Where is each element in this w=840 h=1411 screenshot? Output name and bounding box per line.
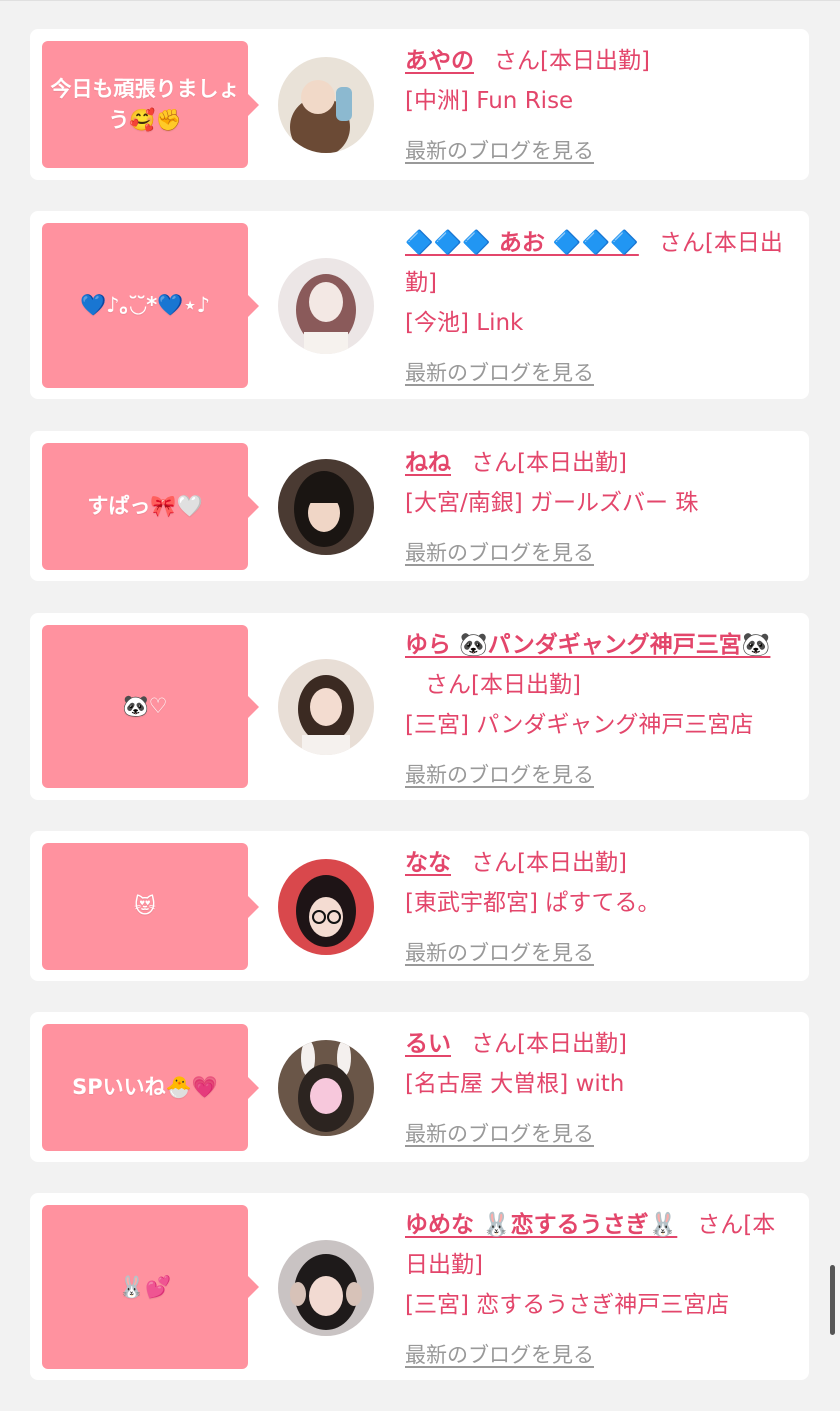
comment-text: 🐼♡ [122, 694, 168, 718]
cast-info: るい さん[本日出勤] [名古屋 大曽根] with 最新のブログを見る [405, 1024, 791, 1154]
blog-link[interactable]: 最新のブログを見る [405, 353, 791, 393]
cast-info: ねね さん[本日出勤] [大宮/南銀] ガールズバー 珠 最新のブログを見る [405, 443, 791, 573]
shop-name: [三宮] パンダギャング神戸三宮店 [405, 712, 754, 738]
shop-name: [今池] Link [405, 310, 524, 336]
cast-name-link[interactable]: ゆめな 🐰恋するうさぎ🐰 [405, 1212, 677, 1238]
avatar-image [278, 659, 374, 755]
avatar[interactable] [278, 1240, 374, 1336]
avatar-image [278, 859, 374, 955]
blog-link[interactable]: 最新のブログを見る [405, 131, 791, 171]
blog-link[interactable]: 最新のブログを見る [405, 1114, 791, 1154]
cast-name-link[interactable]: ねね [405, 450, 451, 476]
blog-link[interactable]: 最新のブログを見る [405, 1335, 791, 1375]
shop-name: [大宮/南銀] ガールズバー 珠 [405, 490, 699, 516]
shop-name: [名古屋 大曽根] with [405, 1071, 625, 1097]
cast-status: さん[本日出勤] [494, 48, 650, 74]
avatar[interactable] [278, 859, 374, 955]
cast-card[interactable]: 🐰💕 ゆめな 🐰恋するうさぎ🐰 さん[本日出勤] [三宮] 恋するうさぎ神戸三宮店… [30, 1193, 809, 1380]
cast-card[interactable]: 💙♪｡◟̆◞̆*💙⋆♪ 🔷🔷🔷 あお 🔷🔷🔷 さん[本日出勤] [今池] Link… [30, 211, 809, 399]
cast-card[interactable]: 🐼♡ ゆら 🐼パンダギャング神戸三宮🐼 さん[本日出勤] [三宮] パンダギャング… [30, 613, 809, 800]
cast-name-link[interactable]: ゆら 🐼パンダギャング神戸三宮🐼 [405, 632, 770, 658]
cast-name-link[interactable]: なな [405, 850, 451, 876]
cast-card[interactable]: SPいいね🐣💗 るい さん[本日出勤] [名古屋 大曽根] with 最新のブログ… [30, 1012, 809, 1162]
comment-text: 💙♪｡◟̆◞̆*💙⋆♪ [80, 293, 210, 317]
comment-bubble: 🐰💕 [42, 1205, 259, 1369]
comment-bubble: すぱっ🎀🤍 [42, 443, 259, 570]
blog-link[interactable]: 最新のブログを見る [405, 755, 791, 795]
cast-info: なな さん[本日出勤] [東武宇都宮] ぱすてる。 最新のブログを見る [405, 843, 791, 973]
cast-info: ゆめな 🐰恋するうさぎ🐰 さん[本日出勤] [三宮] 恋するうさぎ神戸三宮店 最新… [405, 1205, 791, 1375]
avatar[interactable] [278, 258, 374, 354]
cast-card[interactable]: すぱっ🎀🤍 ねね さん[本日出勤] [大宮/南銀] ガールズバー 珠 最新のブログ… [30, 431, 809, 581]
comment-text: すぱっ🎀🤍 [87, 494, 203, 518]
blog-link[interactable]: 最新のブログを見る [405, 933, 791, 973]
avatar[interactable] [278, 459, 374, 555]
comment-bubble: SPいいね🐣💗 [42, 1024, 259, 1151]
avatar-image [278, 57, 374, 153]
comment-text: SPいいね🐣💗 [72, 1075, 218, 1099]
cast-info: 🔷🔷🔷 あお 🔷🔷🔷 さん[本日出勤] [今池] Link 最新のブログを見る [405, 223, 791, 393]
shop-name: [三宮] 恋するうさぎ神戸三宮店 [405, 1292, 730, 1318]
comment-text: 今日も頑張りましょう🥰✊ [50, 76, 240, 132]
cast-name-link[interactable]: るい [405, 1031, 451, 1057]
avatar[interactable] [278, 659, 374, 755]
top-divider [0, 0, 840, 1]
cast-status: さん[本日出勤] [471, 1031, 627, 1057]
cast-name-link[interactable]: あやの [405, 48, 474, 74]
avatar[interactable] [278, 57, 374, 153]
cast-name-link[interactable]: 🔷🔷🔷 あお 🔷🔷🔷 [405, 230, 639, 256]
comment-text: 🐰💕 [118, 1274, 172, 1299]
comment-bubble: 😻 [42, 843, 259, 970]
comment-bubble: 今日も頑張りましょう🥰✊ [42, 41, 259, 168]
cast-status: さん[本日出勤] [471, 850, 627, 876]
cast-info: あやの さん[本日出勤] [中洲] Fun Rise 最新のブログを見る [405, 41, 791, 171]
avatar[interactable] [278, 1040, 374, 1136]
cast-status: さん[本日出勤] [425, 672, 581, 698]
cast-card[interactable]: 今日も頑張りましょう🥰✊ あやの さん[本日出勤] [中洲] Fun Rise 最… [30, 29, 809, 180]
shop-name: [東武宇都宮] ぱすてる。 [405, 890, 661, 916]
shop-name: [中洲] Fun Rise [405, 88, 574, 114]
comment-text: 😻 [134, 894, 156, 918]
avatar-image [278, 459, 374, 555]
cast-info: ゆら 🐼パンダギャング神戸三宮🐼 さん[本日出勤] [三宮] パンダギャング神戸三… [405, 625, 791, 795]
scrollbar[interactable] [830, 1265, 835, 1335]
comment-bubble: 💙♪｡◟̆◞̆*💙⋆♪ [42, 223, 259, 388]
avatar-image [278, 1240, 374, 1336]
cast-card[interactable]: 😻 なな さん[本日出勤] [東武宇都宮] ぱすてる。 最新のブログを見る [30, 831, 809, 981]
cast-status: さん[本日出勤] [471, 450, 627, 476]
comment-bubble: 🐼♡ [42, 625, 259, 788]
avatar-image [278, 1040, 374, 1136]
blog-link[interactable]: 最新のブログを見る [405, 533, 791, 573]
avatar-image [278, 258, 374, 354]
